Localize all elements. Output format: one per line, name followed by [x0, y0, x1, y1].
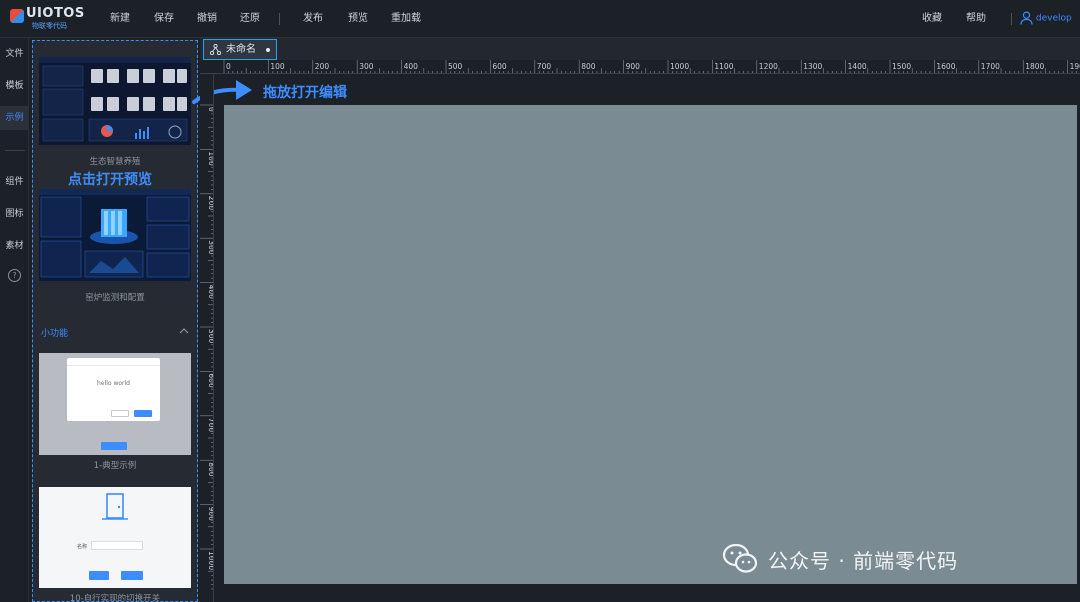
ruler-label: 200: [207, 196, 214, 211]
design-canvas[interactable]: [224, 105, 1077, 584]
ruler-label: 1200: [759, 62, 778, 71]
open-dialog-button: [101, 442, 127, 450]
rail-item-template[interactable]: 模板: [0, 74, 29, 98]
ruler-label: 1000: [670, 62, 689, 71]
user-menu[interactable]: develop: [1020, 11, 1072, 25]
ruler-label: 100: [270, 62, 285, 71]
ruler-label: 700: [207, 418, 214, 433]
redo-button[interactable]: 还原: [240, 0, 260, 38]
reload-button[interactable]: 重加载: [391, 0, 421, 38]
field-label: 名称: [77, 544, 88, 550]
ruler-label: 1300: [803, 62, 822, 71]
rail-item-assets[interactable]: 素材: [0, 234, 29, 258]
horizontal-ruler: 0 100 200 300 400 500 600 700 800 900 1000 1100 1200…: [200, 60, 1080, 74]
rail-item-components[interactable]: 组件: [0, 170, 29, 194]
logo-mark: [10, 9, 24, 23]
watermark-text: 公众号 · 前端零代码: [768, 549, 959, 573]
ruler-label: 1800: [1025, 62, 1044, 71]
user-name: develop: [1035, 13, 1072, 24]
toolbar-divider: [1011, 13, 1012, 25]
click-preview-hint: 点击打开预览: [68, 172, 152, 188]
ruler-label: 900: [207, 507, 214, 522]
switch-on-button: [89, 571, 109, 580]
app-subtitle: 物联零代码: [32, 22, 67, 30]
example-card[interactable]: hello world 1-典型示例: [39, 353, 191, 477]
new-button[interactable]: 新建: [110, 0, 130, 38]
field-input: [91, 541, 143, 550]
wechat-icon: [722, 543, 758, 573]
example-caption: 10-自行实现的切换开关: [69, 594, 161, 602]
switch-off-button: [121, 571, 143, 580]
unsaved-dot: [266, 48, 270, 52]
dialog-text: hello world: [97, 380, 130, 387]
ruler-label: 1400: [848, 62, 867, 71]
ruler-label: 600: [207, 373, 214, 388]
help-button[interactable]: 帮助: [966, 0, 986, 38]
dialog-preview: hello world: [67, 358, 160, 421]
publish-button[interactable]: 发布: [303, 0, 323, 38]
user-icon: [1020, 11, 1033, 25]
ruler-label: 1500: [892, 62, 911, 71]
ruler-label: 1900: [1070, 62, 1080, 71]
ruler-label: 600: [492, 62, 507, 71]
example-caption: 窑炉监测和配置: [85, 293, 145, 303]
thumbnail-dashboard: [39, 57, 191, 145]
left-rail: 文件 模板 示例 组件 图标 素材 ?: [0, 38, 29, 602]
tab-strip: 未命名: [200, 38, 1080, 60]
tab-untitled[interactable]: 未命名: [203, 39, 277, 60]
example-card[interactable]: 窑炉监测和配置: [39, 189, 191, 307]
ruler-label: 800: [207, 462, 214, 477]
app-name: UIOTOS: [26, 6, 85, 21]
thumbnail-door-switch: 名称: [39, 487, 191, 588]
examples-panel: 生态智慧养殖 窑炉监测和配置 小功能 hello world 1-典型示例 名称…: [32, 40, 198, 602]
example-card[interactable]: 生态智慧养殖: [39, 57, 191, 173]
ruler-label: 1600: [936, 62, 955, 71]
ruler-label: 900: [626, 62, 641, 71]
ruler-label: 0: [207, 107, 214, 112]
drag-edit-hint: 拖放打开编辑: [263, 85, 347, 101]
vertical-ruler: 0 100 200 300 400 500 600 700 800 900 1000: [200, 74, 214, 602]
dialog-ok-button: [134, 410, 152, 417]
example-caption: 1-典型示例: [93, 461, 137, 471]
dialog-header: [67, 358, 160, 366]
preview-button[interactable]: 预览: [348, 0, 368, 38]
rail-item-examples[interactable]: 示例: [0, 106, 29, 130]
tab-label: 未命名: [226, 44, 256, 55]
save-button[interactable]: 保存: [154, 0, 174, 38]
ruler-label: 400: [404, 62, 419, 71]
ruler-label: 1100: [714, 62, 733, 71]
ruler-label: 1700: [981, 62, 1000, 71]
ruler-label: 400: [207, 285, 214, 300]
ruler-label: 100: [207, 151, 214, 166]
example-caption: 生态智慧养殖: [89, 157, 141, 167]
ruler-label: 200: [315, 62, 330, 71]
app-logo[interactable]: UIOTOS 物联零代码: [10, 6, 85, 33]
thumbnail-dialog: hello world: [39, 353, 191, 455]
ruler-label: 0: [226, 62, 231, 71]
component-tree-icon: [210, 44, 221, 55]
thumbnail-dashboard-3d: [39, 189, 191, 281]
ruler-label: 500: [448, 62, 463, 71]
ruler-label: 700: [537, 62, 552, 71]
ruler-label: 1000: [207, 551, 214, 570]
rail-item-file[interactable]: 文件: [0, 42, 29, 66]
help-icon[interactable]: ?: [8, 269, 21, 282]
rail-item-icons[interactable]: 图标: [0, 202, 29, 226]
ruler-label: 300: [207, 240, 214, 255]
dialog-cancel-button: [111, 410, 129, 417]
rail-divider: [5, 150, 25, 151]
ruler-label: 500: [207, 329, 214, 344]
ruler-label: 800: [581, 62, 596, 71]
top-toolbar: UIOTOS 物联零代码 新建 保存 撤销 还原 发布 预览 重加载 收藏 帮助…: [0, 0, 1080, 38]
undo-button[interactable]: 撤销: [197, 0, 217, 38]
section-title[interactable]: 小功能: [41, 326, 68, 339]
door-icon: [102, 493, 128, 520]
example-card[interactable]: 名称 10-自行实现的切换开关: [39, 487, 191, 602]
chevron-up-icon[interactable]: [179, 326, 189, 336]
toolbar-divider: [279, 13, 280, 25]
favorites-button[interactable]: 收藏: [922, 0, 942, 38]
ruler-label: 300: [359, 62, 374, 71]
